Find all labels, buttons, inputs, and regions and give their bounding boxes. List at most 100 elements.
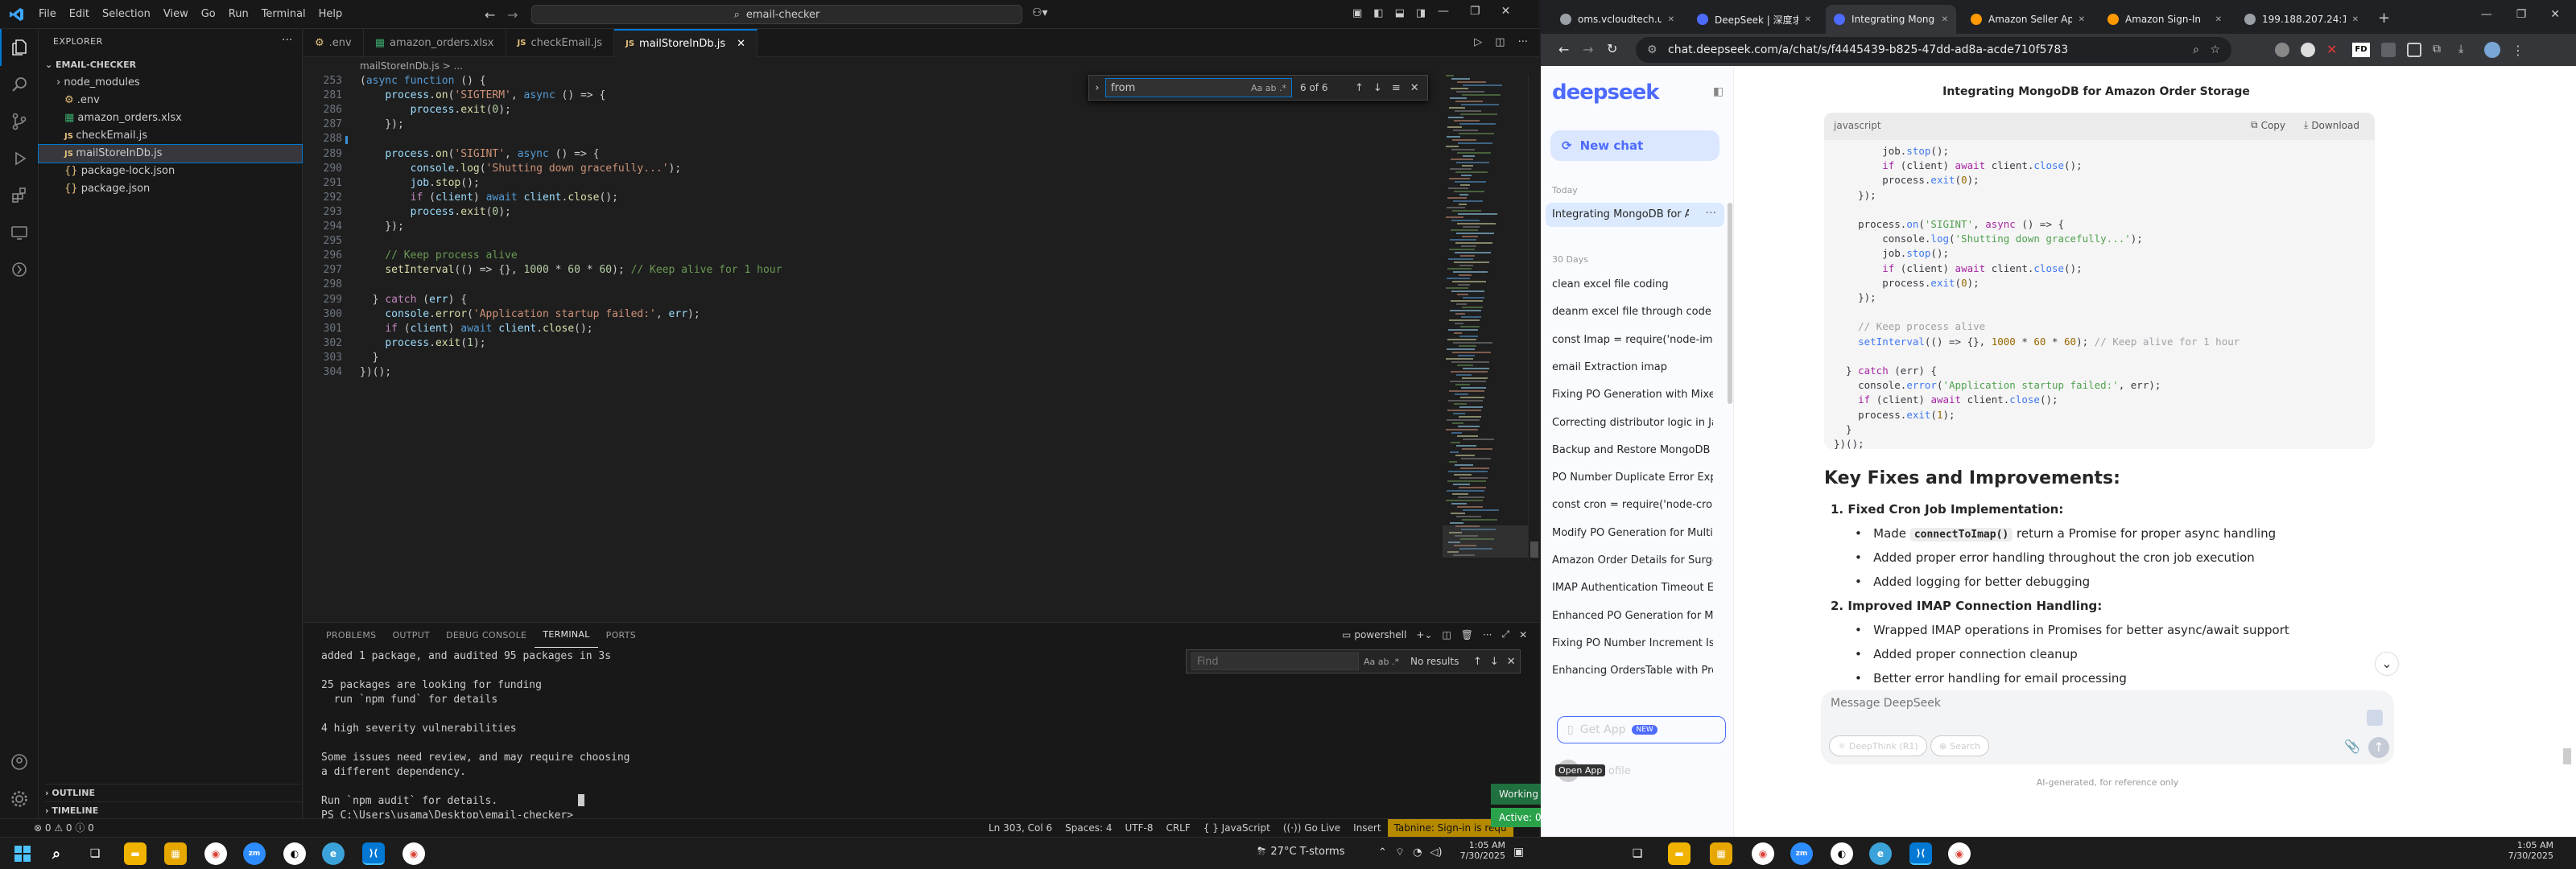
new-chat-button[interactable]: ⟳ New chat xyxy=(1550,130,1719,161)
browser-tab[interactable]: oms.vcloudtech.us ✕ xyxy=(1552,5,1682,34)
tree-item-checkemail[interactable]: JS checkEmail.js xyxy=(64,127,147,145)
network-icon[interactable]: ⌔ xyxy=(1395,846,1405,859)
search-icon[interactable]: ⌕ xyxy=(45,842,68,865)
outline-section[interactable]: › OUTLINE xyxy=(45,784,303,801)
edge-icon[interactable]: e xyxy=(1869,842,1892,865)
history-item-current[interactable]: Integrating MongoDB for A ··· xyxy=(1546,203,1724,227)
chrome-icon[interactable]: ◉ xyxy=(204,842,227,865)
edge-icon[interactable]: e xyxy=(322,842,345,865)
browser-tab[interactable]: DeepSeek | 深度求索 ✕ xyxy=(1689,5,1819,34)
find-in-selection-icon[interactable]: ≡ xyxy=(1392,82,1401,94)
arrow-down-icon[interactable]: ↓ xyxy=(1490,656,1499,668)
eol-status[interactable]: CRLF xyxy=(1159,819,1196,837)
task-view-icon[interactable]: ❏ xyxy=(1626,842,1649,865)
app-icon[interactable]: ◐ xyxy=(1831,842,1853,865)
zoom-app-icon[interactable]: zm xyxy=(243,842,266,865)
split-editor-icon[interactable]: ◫ xyxy=(1495,36,1505,48)
arrow-down-icon[interactable]: ↓ xyxy=(1373,82,1382,94)
extensions-icon[interactable] xyxy=(0,177,39,214)
vscode-taskbar-icon[interactable]: ⟩⟨ xyxy=(1909,842,1932,865)
zoom-app-icon[interactable]: zm xyxy=(1790,842,1813,865)
history-item[interactable]: Modify PO Generation for Multip xyxy=(1552,527,1713,539)
customize-layout-icon[interactable]: ▣ xyxy=(1352,7,1362,19)
chevron-right-icon[interactable]: › xyxy=(1089,82,1105,94)
page-scrollbar[interactable] xyxy=(2563,748,2571,764)
deepseek-logo[interactable]: deepseek xyxy=(1552,80,1660,105)
history-item[interactable]: Enhancing OrdersTable with Pro xyxy=(1552,665,1713,677)
close-icon[interactable]: ✕ xyxy=(1519,629,1527,640)
close-tab-icon[interactable]: ✕ xyxy=(1805,15,1811,24)
address-bar[interactable]: ⚙ chat.deepseek.com/a/chat/s/f4445439-b8… xyxy=(1636,37,2231,63)
chevron-up-icon[interactable]: ⌃ xyxy=(1378,846,1387,859)
tab-mailstoreindb[interactable]: JS mailStoreInDb.js ✕ xyxy=(614,28,758,57)
command-center[interactable]: ⌕ email-checker xyxy=(531,5,1022,24)
profile-row[interactable]: Open App ofile xyxy=(1555,760,1631,782)
tab-amazon-orders[interactable]: ▦ amazon_orders.xlsx xyxy=(364,28,506,57)
vscode-taskbar-icon[interactable]: ⟩⟨ xyxy=(362,842,385,865)
clock-secondary[interactable]: 1:05 AM 7/30/2025 xyxy=(2504,840,2553,861)
deepthink-button[interactable]: ⚛ DeepThink (R1) xyxy=(1829,735,1927,756)
remote-explorer-icon[interactable] xyxy=(0,214,39,251)
language-status[interactable]: { } JavaScript xyxy=(1197,819,1277,837)
maximize-panel-icon[interactable]: ⤢ xyxy=(1501,628,1509,640)
volume-icon[interactable]: ◁) xyxy=(1430,846,1442,859)
bookmark-star-icon[interactable]: ☆ xyxy=(2210,37,2220,63)
extension-icon[interactable] xyxy=(2301,43,2315,57)
minimize-icon[interactable]: — xyxy=(2481,8,2492,21)
tree-item-env[interactable]: ⚙ .env xyxy=(64,92,100,109)
history-item[interactable]: const cron = require('node-cron xyxy=(1552,499,1713,511)
tab-problems[interactable]: PROBLEMS xyxy=(318,624,384,648)
forward-icon[interactable]: → xyxy=(1583,42,1593,57)
source-control-icon[interactable] xyxy=(0,103,39,140)
arrow-up-icon[interactable]: ↑ xyxy=(1473,656,1482,668)
more-actions-icon[interactable]: ··· xyxy=(1706,207,1716,220)
store-icon[interactable]: ▦ xyxy=(1710,842,1732,865)
notifications-icon[interactable]: ▣ xyxy=(1513,846,1524,859)
chrome-icon[interactable]: ◉ xyxy=(402,842,425,865)
file-explorer-icon[interactable]: ▬ xyxy=(1668,842,1690,865)
more-actions-icon[interactable]: ··· xyxy=(1518,36,1528,48)
history-item[interactable]: const Imap = require('node-ima xyxy=(1552,334,1713,346)
tree-item-node-modules[interactable]: › node_modules xyxy=(56,74,140,92)
chrome-icon[interactable]: ◉ xyxy=(1948,842,1971,865)
history-item[interactable]: clean excel file coding xyxy=(1552,278,1713,290)
downloads-icon[interactable]: ⤓ xyxy=(2458,43,2473,57)
find-options[interactable]: Aa ab .* xyxy=(1251,83,1286,93)
search-icon[interactable] xyxy=(0,66,39,103)
close-icon[interactable]: ✕ xyxy=(1507,656,1516,668)
problems-status[interactable]: ⊗ 0 ⚠ 0 ⓘ 0 xyxy=(27,819,101,837)
menu-go[interactable]: Go xyxy=(195,0,222,29)
more-actions-icon[interactable]: ··· xyxy=(282,34,292,47)
menu-terminal[interactable]: Terminal xyxy=(255,0,312,29)
toggle-secondary-sidebar-icon[interactable]: ◨ xyxy=(1416,7,1426,19)
close-tab-icon[interactable]: ✕ xyxy=(1668,15,1674,24)
download-button[interactable]: ⤓ Download xyxy=(2304,119,2359,131)
extension-icon[interactable] xyxy=(2381,43,2396,57)
nav-forward-icon[interactable]: → xyxy=(507,7,518,23)
back-icon[interactable]: ← xyxy=(1558,42,1569,57)
windows-start-icon[interactable] xyxy=(11,842,34,865)
timeline-section[interactable]: › TIMELINE xyxy=(45,801,303,819)
menu-file[interactable]: File xyxy=(32,0,63,29)
terminal-profile[interactable]: ▭ powershell xyxy=(1342,629,1406,640)
screenshot-icon[interactable] xyxy=(2367,710,2383,726)
get-app-button[interactable]: ▯ Get App NEW xyxy=(1557,716,1726,743)
send-button[interactable]: ↑ xyxy=(2368,737,2389,758)
close-tab-icon[interactable]: ✕ xyxy=(2352,15,2359,24)
terminal-find-input[interactable] xyxy=(1191,653,1359,670)
reload-icon[interactable]: ↻ xyxy=(1607,41,1617,56)
close-tab-icon[interactable]: ✕ xyxy=(737,38,745,50)
menu-view[interactable]: View xyxy=(157,0,195,29)
explorer-icon[interactable] xyxy=(0,29,39,66)
extension-icon[interactable]: FD xyxy=(2352,43,2370,57)
zoom-icon[interactable]: ⌕ xyxy=(2193,37,2199,63)
trash-icon[interactable]: 🗑 xyxy=(1461,629,1473,640)
new-tab-icon[interactable]: + xyxy=(2378,10,2390,27)
tab-checkemail[interactable]: JS checkEmail.js xyxy=(506,28,615,57)
accounts-icon[interactable] xyxy=(0,743,39,780)
encoding-status[interactable]: UTF-8 xyxy=(1118,819,1159,837)
close-tab-icon[interactable]: ✕ xyxy=(1942,15,1948,24)
menu-edit[interactable]: Edit xyxy=(63,0,96,29)
history-item[interactable]: PO Number Duplicate Error Expl xyxy=(1552,472,1713,484)
minimize-icon[interactable]: — xyxy=(1438,5,1449,18)
